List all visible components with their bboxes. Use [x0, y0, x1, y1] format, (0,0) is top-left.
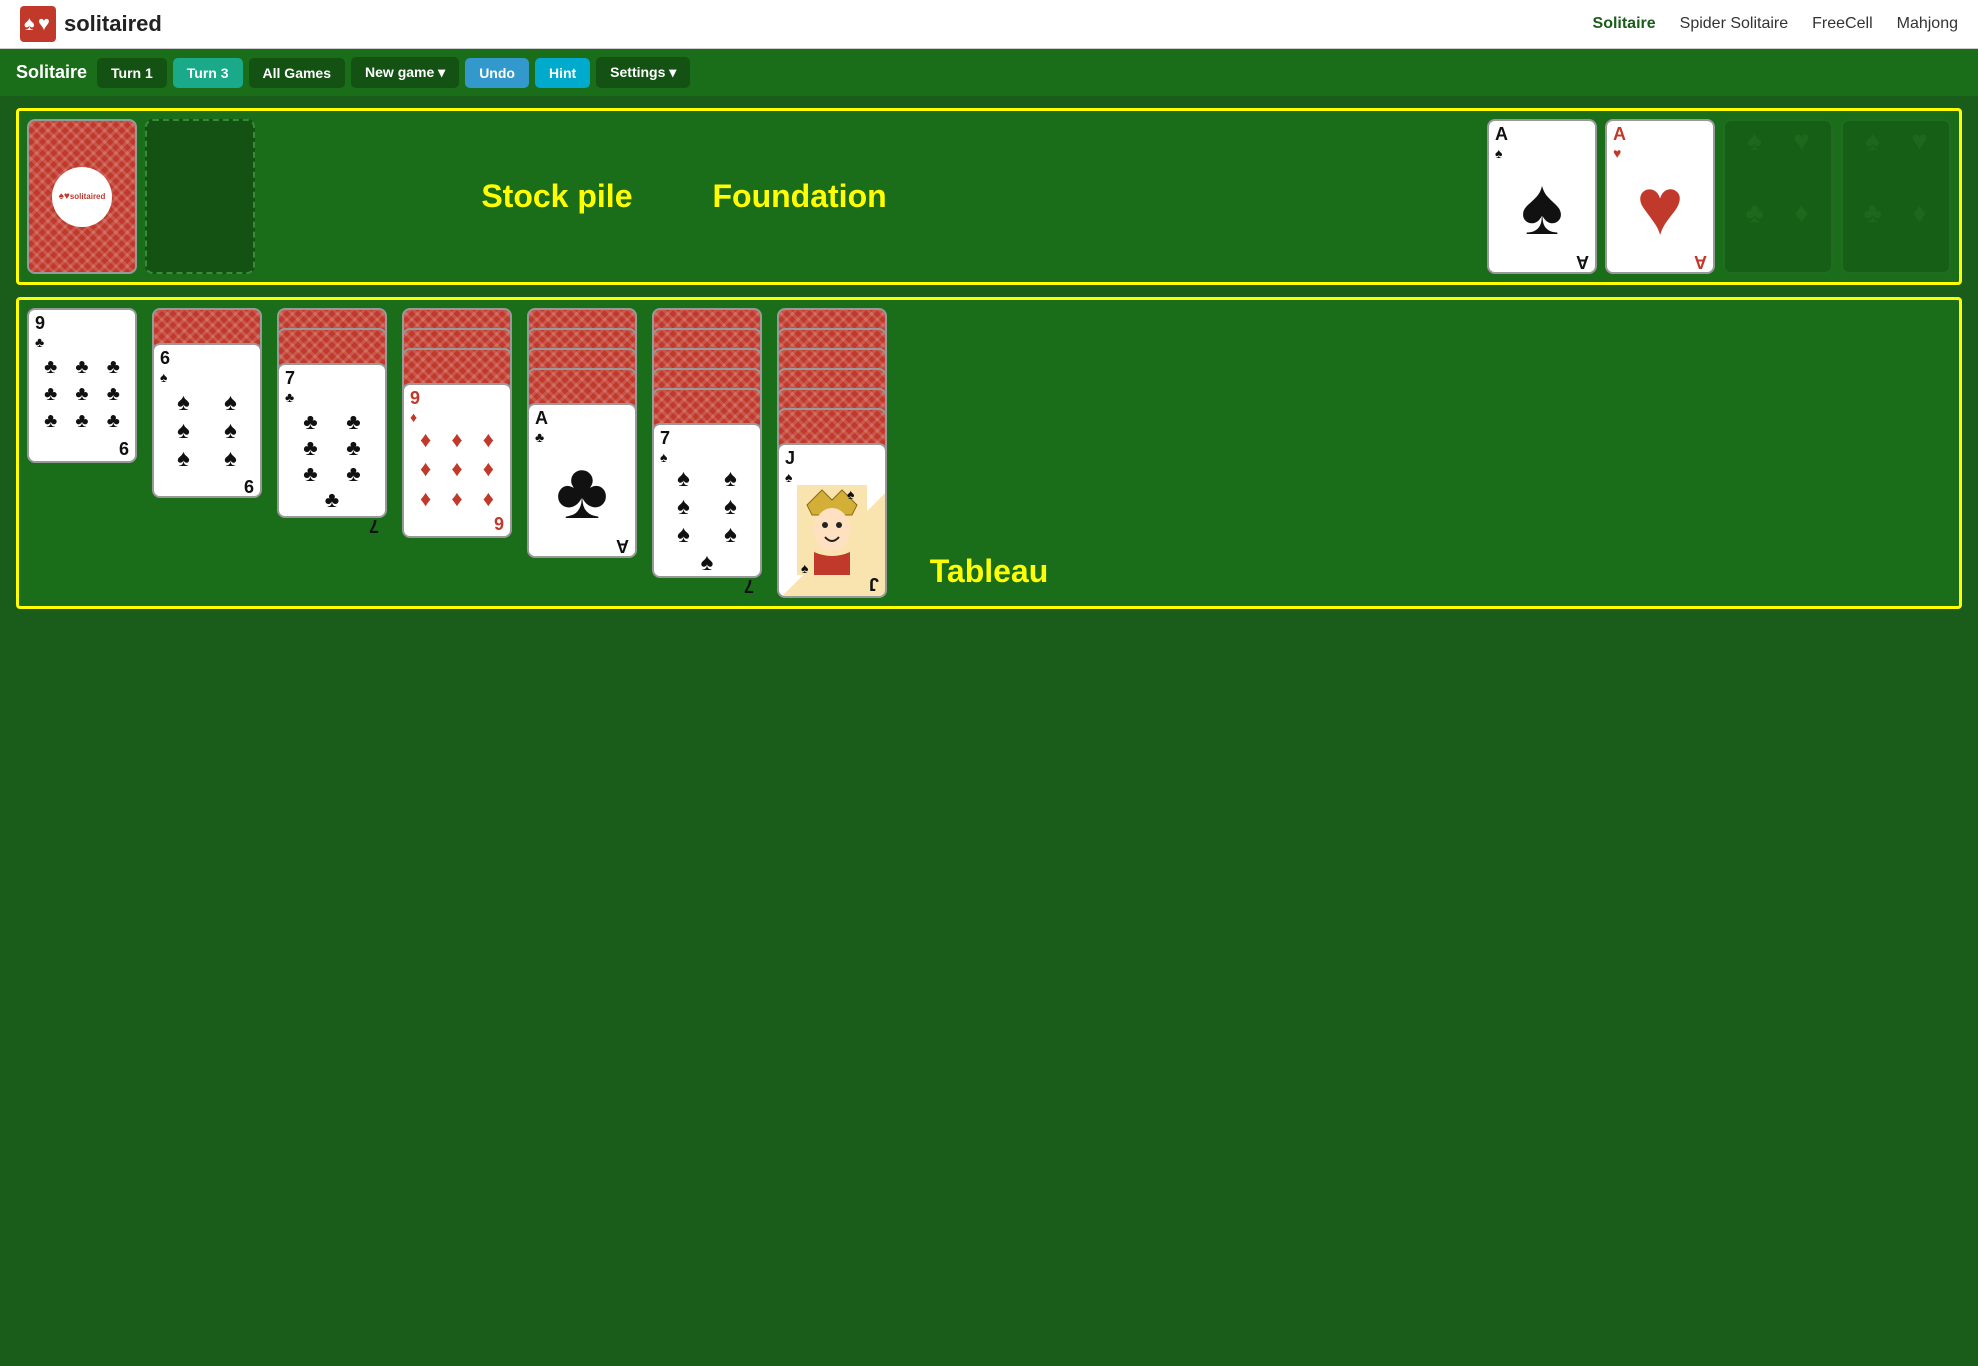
- svg-text:♠: ♠: [801, 560, 809, 575]
- foundation-label: Foundation: [712, 178, 886, 215]
- top-section: ♠♥solitaired Stock pile Foundation A♠ ♠ …: [16, 108, 1962, 285]
- hint-button[interactable]: Hint: [535, 58, 590, 88]
- logo-icon: ♠ ♥: [20, 6, 56, 42]
- card-rank-bottom: A: [616, 537, 629, 555]
- card-rank-bottom: A: [1576, 253, 1589, 271]
- face-9diamonds: 9♦ ♦ ♦ ♦ ♦ ♦ ♦ ♦ ♦ ♦ 6: [402, 383, 517, 538]
- tableau-col-2: 6♠ ♠ ♠ ♠ ♠ ♠ ♠ 9: [152, 308, 267, 498]
- tableau-col-6: 7♠ ♠ ♠ ♠ ♠ ♠ ♠ ♠ 7: [652, 308, 767, 578]
- game-label: Solitaire: [16, 62, 87, 83]
- undo-button[interactable]: Undo: [465, 58, 529, 88]
- tableau-card-9clubs[interactable]: 9♣ ♣♣♣ ♣♣♣ ♣ ♣ ♣ 9: [27, 308, 137, 463]
- card-rank-top: J♠: [785, 449, 879, 485]
- tableau-col-7: J♠: [777, 308, 892, 598]
- nav-freecell[interactable]: FreeCell: [1812, 15, 1872, 33]
- tableau-col-4: 9♦ ♦ ♦ ♦ ♦ ♦ ♦ ♦ ♦ ♦ 6: [402, 308, 517, 538]
- foundation-3[interactable]: ♠♥♣♦: [1723, 119, 1833, 274]
- new-game-button[interactable]: New game ▾: [351, 57, 459, 88]
- tableau-col-3: 7♣ ♣ ♣ ♣ ♣ ♣ ♣ ♣ 7: [277, 308, 392, 518]
- face-jack-spades: J♠: [777, 443, 892, 598]
- card-7spades[interactable]: 7♠ ♠ ♠ ♠ ♠ ♠ ♠ ♠ 7: [652, 423, 762, 578]
- card-7clubs[interactable]: 7♣ ♣ ♣ ♣ ♣ ♣ ♣ ♣ 7: [277, 363, 387, 518]
- card-rank-top: 9♦: [410, 389, 504, 425]
- top-labels: Stock pile Foundation: [265, 119, 1103, 274]
- card-suit: ♥: [1613, 161, 1707, 253]
- tableau-section: 9♣ ♣♣♣ ♣♣♣ ♣ ♣ ♣ 9: [16, 297, 1962, 609]
- card-rank-top: 9♣: [35, 314, 129, 350]
- card-back-logo: ♠♥solitaired: [52, 167, 112, 227]
- card-rank-top: 7♣: [285, 369, 379, 405]
- card-aceclubs[interactable]: A♣ ♣ A: [527, 403, 637, 558]
- turn3-button[interactable]: Turn 3: [173, 58, 243, 88]
- card-pips: ♠ ♠ ♠ ♠ ♠ ♠ ♠: [660, 465, 754, 577]
- card-face: ♠ ♠: [785, 485, 879, 575]
- card-9diamonds[interactable]: 9♦ ♦ ♦ ♦ ♦ ♦ ♦ ♦ ♦ ♦ 6: [402, 383, 512, 538]
- card-rank-bottom: 9: [244, 477, 254, 495]
- foundation-4[interactable]: ♠♥♣♦: [1841, 119, 1951, 274]
- card-6spades[interactable]: 6♠ ♠ ♠ ♠ ♠ ♠ ♠ 9: [152, 343, 262, 498]
- nav-mahjong[interactable]: Mahjong: [1897, 15, 1958, 33]
- card-pips: ♠ ♠ ♠ ♠ ♠ ♠: [160, 385, 254, 477]
- card-pips: ♦ ♦ ♦ ♦ ♦ ♦ ♦ ♦ ♦: [410, 425, 504, 514]
- card-rank-top: A♥: [1613, 125, 1707, 161]
- card-pips: ♣♣♣ ♣♣♣ ♣ ♣ ♣: [35, 350, 129, 439]
- card-rank-top: A♠: [1495, 125, 1589, 161]
- card-rank-top: 7♠: [660, 429, 754, 465]
- face-7spades: 7♠ ♠ ♠ ♠ ♠ ♠ ♠ ♠ 7: [652, 423, 767, 578]
- card-rank-bottom: 9: [119, 439, 129, 457]
- card-suit: ♠: [1495, 161, 1589, 253]
- turn1-button[interactable]: Turn 1: [97, 58, 167, 88]
- card-rank-bottom: 7: [744, 577, 754, 595]
- card-back-inner: ♠♥solitaired: [35, 125, 129, 268]
- face-card-6spades: 6♠ ♠ ♠ ♠ ♠ ♠ ♠ 9: [152, 343, 267, 498]
- card-rank-bottom: 7: [369, 517, 379, 535]
- card-rank-bottom: A: [1694, 253, 1707, 271]
- waste-pile[interactable]: [145, 119, 255, 274]
- nav-spider[interactable]: Spider Solitaire: [1680, 15, 1789, 33]
- game-toolbar: Solitaire Turn 1 Turn 3 All Games New ga…: [0, 49, 1978, 96]
- foundation-2[interactable]: A♥ ♥ A: [1605, 119, 1715, 274]
- card-jackspades[interactable]: J♠: [777, 443, 887, 598]
- game-area: ♠♥solitaired Stock pile Foundation A♠ ♠ …: [0, 96, 1978, 621]
- card-suit: ♣: [535, 445, 629, 537]
- svg-text:♠: ♠: [24, 13, 35, 35]
- stock-area: ♠♥solitaired: [27, 119, 255, 274]
- tableau-col-5: A♣ ♣ A: [527, 308, 642, 558]
- card-rank-bottom: 6: [494, 514, 504, 532]
- nav-solitaire[interactable]: Solitaire: [1593, 15, 1656, 33]
- foundation-area: A♠ ♠ A A♥ ♥ A ♠♥♣♦ ♠♥♣♦: [1113, 119, 1951, 274]
- face-7clubs: 7♣ ♣ ♣ ♣ ♣ ♣ ♣ ♣ 7: [277, 363, 392, 518]
- card-pips: ♣ ♣ ♣ ♣ ♣ ♣ ♣: [285, 405, 379, 517]
- stock-pile-label: Stock pile: [481, 178, 632, 215]
- svg-text:♠: ♠: [847, 486, 855, 502]
- settings-button[interactable]: Settings ▾: [596, 57, 690, 88]
- logo-area: ♠ ♥ solitaired: [20, 6, 162, 42]
- tableau-columns: 9♣ ♣♣♣ ♣♣♣ ♣ ♣ ♣ 9: [27, 308, 1951, 598]
- stock-card[interactable]: ♠♥solitaired: [27, 119, 137, 274]
- top-navigation: ♠ ♥ solitaired Solitaire Spider Solitair…: [0, 0, 1978, 49]
- all-games-button[interactable]: All Games: [249, 58, 345, 88]
- foundation-1[interactable]: A♠ ♠ A: [1487, 119, 1597, 274]
- card-rank-top: 6♠: [160, 349, 254, 385]
- nav-links: Solitaire Spider Solitaire FreeCell Mahj…: [1593, 15, 1958, 33]
- tableau-col-1: 9♣ ♣♣♣ ♣♣♣ ♣ ♣ ♣ 9: [27, 308, 142, 463]
- logo-text: solitaired: [64, 11, 162, 37]
- svg-text:♥: ♥: [38, 13, 50, 35]
- card-rank-bottom: J: [869, 575, 879, 593]
- card-rank-top: A♣: [535, 409, 629, 445]
- face-ace-clubs: A♣ ♣ A: [527, 403, 642, 558]
